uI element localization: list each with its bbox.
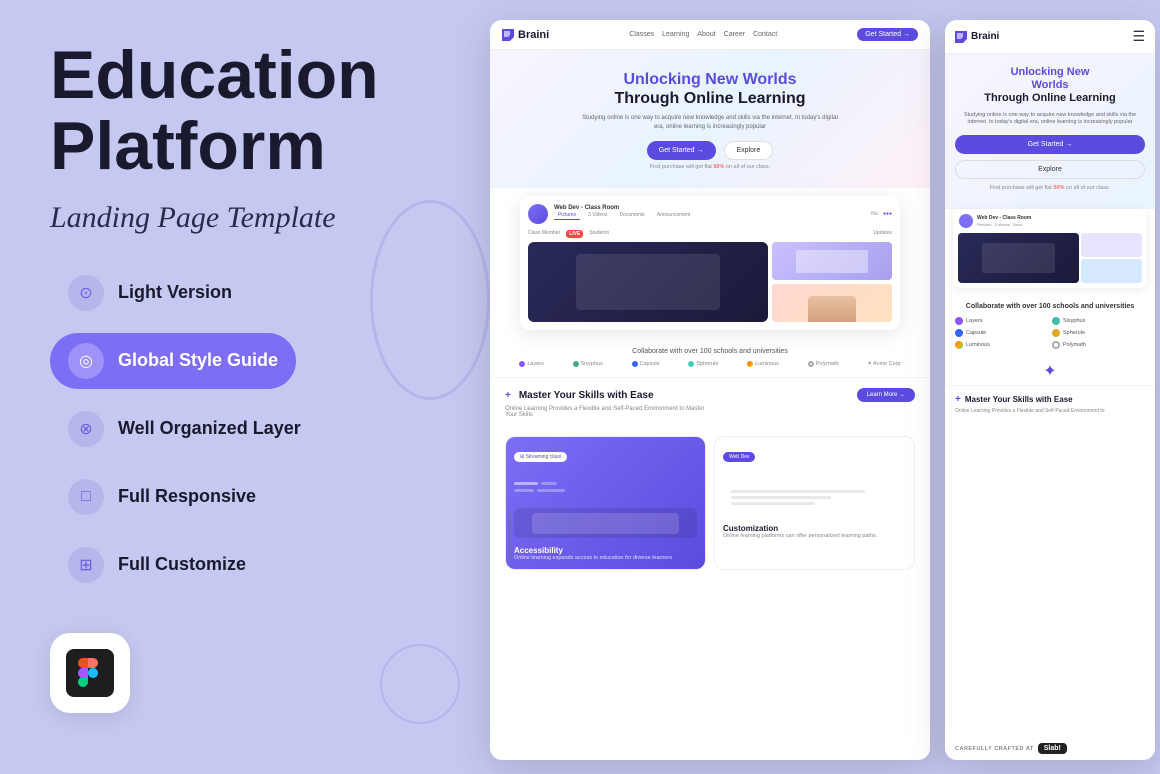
cp-card-customization: Web Dev Customization Online learning pl… bbox=[714, 436, 915, 570]
feature-well-organized[interactable]: ⊗ Well Organized Layer bbox=[50, 401, 319, 457]
rp-explore-btn[interactable]: Explore bbox=[955, 160, 1145, 179]
cp-hero: Unlocking New Worlds Through Online Lear… bbox=[490, 50, 930, 188]
rp-video-small-1 bbox=[1081, 233, 1142, 257]
cp-skills: + Master Your Skills with Ease Learn Mor… bbox=[490, 377, 930, 428]
rp-partners-grid: Layers Sisyphus Capsule Spherule Luminou… bbox=[955, 317, 1145, 349]
rp-get-started-btn[interactable]: Get Started → bbox=[955, 135, 1145, 154]
right-preview: Braini ☰ Unlocking New Worlds Through On… bbox=[945, 20, 1155, 760]
cp-hero-title-dark: Through Online Learning bbox=[510, 89, 910, 108]
customize-icon: ⊞ bbox=[68, 547, 104, 583]
rp-logo: Braini bbox=[955, 31, 999, 43]
rp-video-person bbox=[1081, 259, 1142, 283]
rp-star-deco: ✦ bbox=[945, 357, 1155, 385]
cp-hero-title-colored: Unlocking New Worlds bbox=[510, 70, 910, 89]
rp-class-card: Web Dev - Class Room Pictures3 VideosDoc… bbox=[953, 209, 1147, 288]
cp-video-person bbox=[772, 284, 892, 322]
rp-partners: Collaborate with over 100 schools and un… bbox=[945, 294, 1155, 357]
rp-skills-section: + Master Your Skills with Ease Online Le… bbox=[945, 385, 1155, 422]
cp-cards-grid: ⊞ Streaming class Accessibility Online l… bbox=[490, 428, 930, 578]
rp-video-grid bbox=[958, 233, 1142, 283]
rp-hero-desc: Studying online is one way to acquire ne… bbox=[955, 112, 1145, 127]
rp-hero-note: First purchase will get flat 50% on all … bbox=[955, 185, 1145, 191]
cp-class-avatar bbox=[528, 204, 548, 224]
light-version-icon: ⊙ bbox=[68, 275, 104, 311]
deco-circle-right bbox=[370, 200, 490, 400]
rp-class-avatar bbox=[959, 214, 973, 228]
main-title: Education Platform bbox=[50, 40, 420, 183]
cp-nav-cta[interactable]: Get Started → bbox=[857, 28, 918, 41]
rp-footer: CAREFULLY CRAFTED AT Slab! bbox=[945, 737, 1155, 760]
cp-logo: Braini bbox=[502, 29, 549, 41]
layers-icon: ⊗ bbox=[68, 411, 104, 447]
cp-partners: Collaborate with over 100 schools and un… bbox=[490, 338, 930, 377]
cp-video-main bbox=[528, 242, 768, 322]
cp-class-card: Web Dev - Class Room Pictures 3 Videos D… bbox=[520, 196, 900, 330]
rp-nav: Braini ☰ bbox=[945, 20, 1155, 54]
cp-partners-logos: Layers Sisyphus Capsule Spherule Luminou… bbox=[505, 361, 915, 367]
cp-hero-note: First purchase will get flat 50% on all … bbox=[510, 164, 910, 170]
figma-icon-container[interactable] bbox=[50, 633, 130, 713]
responsive-icon: □ bbox=[68, 479, 104, 515]
cp-learn-more-btn[interactable]: Learn More → bbox=[857, 388, 915, 402]
cp-get-started-btn[interactable]: Get Started → bbox=[647, 141, 716, 160]
feature-light-version[interactable]: ⊙ Light Version bbox=[50, 265, 250, 321]
cp-class-tabs: Pictures 3 Videos Documents Announcement bbox=[554, 211, 694, 220]
rp-menu-icon[interactable]: ☰ bbox=[1132, 28, 1145, 45]
cp-partners-title: Collaborate with over 100 schools and un… bbox=[505, 348, 915, 355]
feature-full-customize[interactable]: ⊞ Full Customize bbox=[50, 537, 264, 593]
subtitle: Landing Page Template bbox=[50, 201, 420, 235]
rp-hero: Unlocking New Worlds Through Online Lear… bbox=[945, 54, 1155, 209]
cp-nav: Braini Classes Learning About Career Con… bbox=[490, 20, 930, 50]
center-preview: Braini Classes Learning About Career Con… bbox=[490, 20, 930, 760]
left-panel: Education Platform Landing Page Template… bbox=[0, 0, 470, 774]
cp-explore-btn[interactable]: Explore bbox=[724, 141, 774, 160]
rp-hero-title-dark: Through Online Learning bbox=[955, 92, 1145, 105]
features-list: ⊙ Light Version ◎ Global Style Guide ⊗ W… bbox=[50, 265, 420, 593]
rp-slab-badge: Slab! bbox=[1038, 743, 1067, 754]
cp-video-side bbox=[772, 242, 892, 322]
cp-nav-links: Classes Learning About Career Contact bbox=[629, 31, 777, 38]
deco-circle-bottom bbox=[380, 644, 460, 724]
feature-global-style-guide[interactable]: ◎ Global Style Guide bbox=[50, 333, 296, 389]
feature-full-responsive[interactable]: □ Full Responsive bbox=[50, 469, 274, 525]
style-guide-icon: ◎ bbox=[68, 343, 104, 379]
cp-hero-desc: Studying online is one way to acquire ne… bbox=[580, 114, 840, 131]
figma-icon bbox=[66, 649, 114, 697]
cp-members-info: Class Member LIVE Students Updates bbox=[528, 230, 892, 238]
rp-hero-title-colored: Unlocking New Worlds bbox=[955, 66, 1145, 92]
cp-hero-btns: Get Started → Explore bbox=[510, 141, 910, 160]
cp-card-accessibility: ⊞ Streaming class Accessibility Online l… bbox=[505, 436, 706, 570]
rp-video-main bbox=[958, 233, 1079, 283]
cp-video-small bbox=[772, 242, 892, 280]
rp-video-side bbox=[1081, 233, 1142, 283]
cp-video-grid bbox=[528, 242, 892, 322]
cp-class-section: Web Dev - Class Room Pictures 3 Videos D… bbox=[490, 188, 930, 338]
